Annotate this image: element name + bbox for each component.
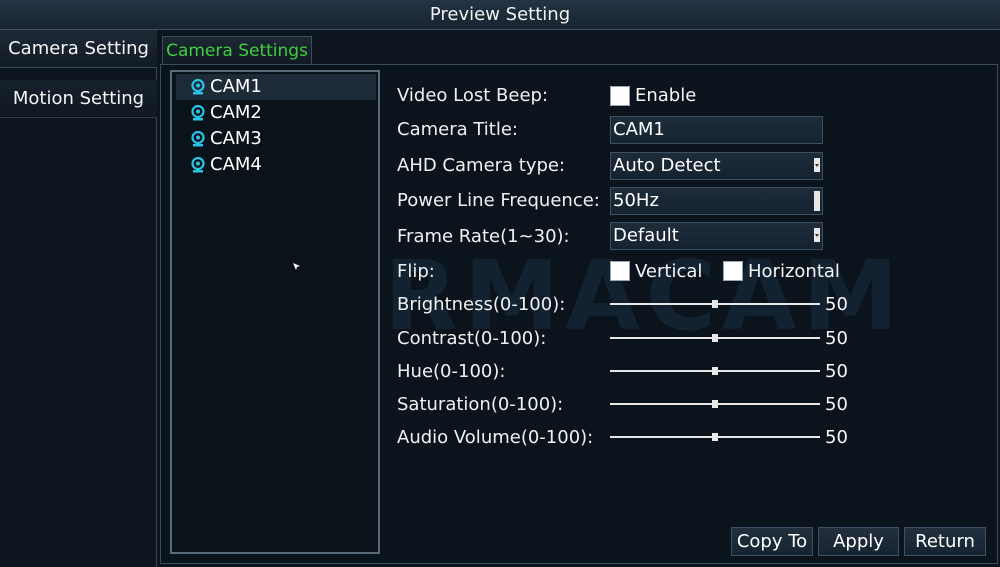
brightness-value: 50	[825, 294, 848, 315]
ahd-camera-type-label: AHD Camera type:	[397, 155, 566, 176]
camera-list-item[interactable]: CAM4	[176, 152, 376, 178]
hue-slider[interactable]	[610, 367, 820, 375]
sidebar-item-motion-setting[interactable]: Motion Setting	[0, 80, 157, 118]
contrast-value: 50	[825, 328, 848, 349]
dropdown-arrow-icon	[814, 158, 820, 172]
video-lost-beep-option: Enable	[635, 85, 697, 106]
camera-list-item[interactable]: CAM1	[176, 74, 376, 100]
camera-list-item[interactable]: CAM3	[176, 126, 376, 152]
power-line-frequence-label: Power Line Frequence:	[397, 190, 600, 211]
apply-button[interactable]: Apply	[818, 527, 899, 556]
camera-list[interactable]: CAM1 CAM2 CAM3 CAM4	[170, 70, 380, 554]
contrast-slider[interactable]	[610, 334, 820, 342]
webcam-icon	[191, 79, 205, 95]
flip-vertical-checkbox[interactable]	[610, 261, 630, 281]
camera-name: CAM3	[210, 128, 262, 149]
power-line-frequence-input[interactable]: 50Hz	[610, 187, 823, 215]
flip-horizontal-checkbox[interactable]	[723, 261, 743, 281]
return-button[interactable]: Return	[904, 527, 986, 556]
camera-name: CAM4	[210, 154, 262, 175]
camera-title-input[interactable]: CAM1	[610, 116, 823, 144]
contrast-label: Contrast(0-100):	[397, 328, 547, 349]
camera-name: CAM2	[210, 102, 262, 123]
frame-rate-select[interactable]: Default	[610, 222, 823, 250]
ahd-camera-type-value: Auto Detect	[613, 155, 721, 176]
slider-knob[interactable]	[712, 367, 718, 375]
flip-label: Flip:	[397, 261, 435, 282]
audio-volume-label: Audio Volume(0-100):	[397, 427, 594, 448]
audio-volume-value: 50	[825, 427, 848, 448]
ahd-camera-type-select[interactable]: Auto Detect	[610, 152, 823, 180]
slider-knob[interactable]	[712, 334, 718, 342]
power-line-frequence-value: 50Hz	[613, 190, 659, 211]
flip-vertical-label: Vertical	[635, 261, 703, 282]
flip-horizontal-label: Horizontal	[748, 261, 840, 282]
saturation-label: Saturation(0-100):	[397, 394, 564, 415]
tab-camera-settings[interactable]: Camera Settings	[162, 36, 312, 64]
brightness-label: Brightness(0-100):	[397, 294, 566, 315]
webcam-icon	[191, 131, 205, 147]
video-lost-beep-checkbox[interactable]	[610, 86, 630, 106]
webcam-icon	[191, 157, 205, 173]
webcam-icon	[191, 105, 205, 121]
hue-label: Hue(0-100):	[397, 361, 506, 382]
brightness-slider[interactable]	[610, 300, 820, 308]
video-lost-beep-label: Video Lost Beep:	[397, 85, 549, 106]
dropdown-arrow-icon	[814, 228, 820, 242]
camera-title-value: CAM1	[613, 119, 665, 140]
camera-list-item[interactable]: CAM2	[176, 100, 376, 126]
sidebar-item-camera-setting[interactable]: Camera Setting	[0, 30, 157, 68]
window-title: Preview Setting	[0, 0, 1000, 30]
slider-knob[interactable]	[712, 300, 718, 308]
mouse-pointer-icon	[293, 263, 300, 270]
saturation-value: 50	[825, 394, 848, 415]
camera-name: CAM1	[210, 76, 262, 97]
scroll-thumb[interactable]	[814, 191, 820, 211]
audio-volume-slider[interactable]	[610, 433, 820, 441]
copy-to-button[interactable]: Copy To	[731, 527, 813, 556]
frame-rate-value: Default	[613, 225, 679, 246]
slider-knob[interactable]	[712, 433, 718, 441]
sidebar: Camera Setting Motion Setting	[0, 30, 157, 567]
frame-rate-label: Frame Rate(1~30):	[397, 226, 570, 247]
camera-title-label: Camera Title:	[397, 119, 518, 140]
hue-value: 50	[825, 361, 848, 382]
saturation-slider[interactable]	[610, 400, 820, 408]
slider-knob[interactable]	[712, 400, 718, 408]
